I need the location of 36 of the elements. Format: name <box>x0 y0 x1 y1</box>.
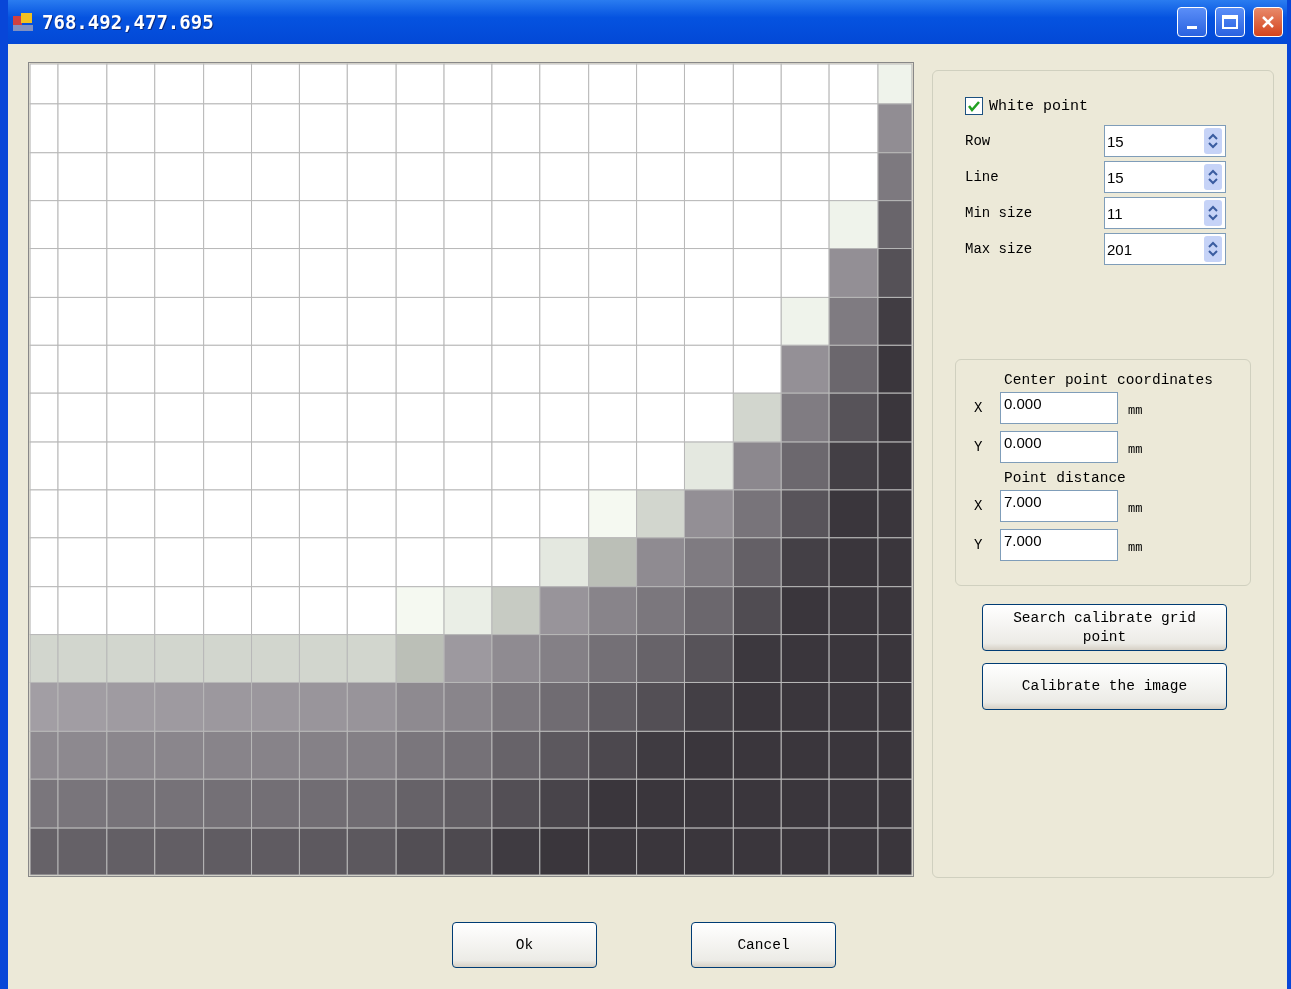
close-icon <box>1260 14 1276 30</box>
field-label: Min size <box>965 205 1034 221</box>
number-spinner[interactable]: 11 <box>1104 197 1226 229</box>
maximize-icon <box>1221 14 1239 30</box>
window-title: 768.492,477.695 <box>42 11 215 33</box>
field-label: Line <box>965 169 1000 185</box>
unit-label: mm <box>1128 541 1143 555</box>
group-title: Point distance <box>1004 470 1127 486</box>
group-title: Center point coordinates <box>1004 372 1214 388</box>
axis-label: X <box>974 498 984 514</box>
checkbox-label: White point <box>989 97 1089 115</box>
close-button[interactable] <box>1253 7 1283 37</box>
search-grid-button[interactable]: Search calibrate grid point <box>982 604 1227 651</box>
coordinate-field[interactable]: 0.000 <box>1000 392 1118 424</box>
unit-label: mm <box>1128 502 1143 516</box>
unit-label: mm <box>1128 404 1143 418</box>
field-label: Max size <box>965 241 1034 257</box>
coordinate-field[interactable]: 7.000 <box>1000 490 1118 522</box>
axis-label: Y <box>974 439 984 455</box>
minimize-button[interactable] <box>1177 7 1207 37</box>
number-spinner[interactable]: 15 <box>1104 161 1226 193</box>
coordinate-field[interactable]: 7.000 <box>1000 529 1118 561</box>
field-label: Row <box>965 133 992 149</box>
dialog-button[interactable]: Cancel <box>691 922 836 968</box>
number-spinner[interactable]: 201 <box>1104 233 1226 265</box>
app-icon <box>12 12 34 32</box>
checkbox[interactable] <box>965 97 983 115</box>
coordinate-field[interactable]: 0.000 <box>1000 431 1118 463</box>
maximize-button[interactable] <box>1215 7 1245 37</box>
dialog-button[interactable]: Ok <box>452 922 597 968</box>
axis-label: X <box>974 400 984 416</box>
number-spinner[interactable]: 15 <box>1104 125 1226 157</box>
axis-label: Y <box>974 537 984 553</box>
calibrate-button[interactable]: Calibrate the image <box>982 663 1227 710</box>
minimize-icon <box>1187 25 1197 29</box>
unit-label: mm <box>1128 443 1143 457</box>
